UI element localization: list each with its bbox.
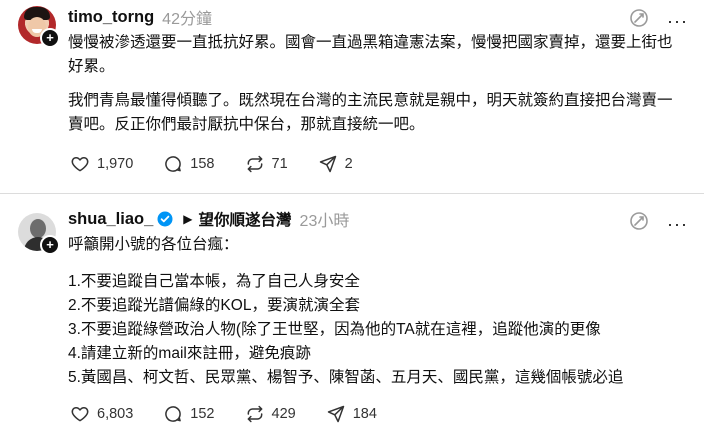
post-time[interactable]: 42分鐘 (162, 5, 212, 29)
post-list: 1.不要追蹤自己當本帳，為了自己人身安全 2.不要追蹤光譜偏綠的KOL，要演就演… (68, 270, 623, 390)
mention-link[interactable]: 望你順遂台灣 (199, 208, 292, 230)
repost-count: 71 (271, 156, 288, 172)
list-item: 1.不要追蹤自己當本帳，為了自己人身安全 (68, 273, 360, 290)
repost-icon (247, 155, 262, 173)
share-button[interactable]: 184 (326, 404, 377, 424)
username[interactable]: shua_liao_ (68, 210, 153, 229)
like-count: 1,970 (97, 156, 134, 172)
comment-count: 152 (190, 406, 215, 422)
like-button[interactable]: 1,970 (70, 154, 133, 174)
list-item: 3.不要追蹤綠營政治人物(除了王世堅，因為他的TA就在這裡，追蹤他演的更像 (68, 321, 601, 338)
post-header: timo_torng 42分鐘 (68, 5, 212, 29)
repost-button[interactable]: 429 (245, 404, 296, 424)
repost-icon (247, 405, 262, 423)
comment-button[interactable]: 152 (163, 404, 215, 424)
share-button[interactable]: 2 (318, 154, 353, 174)
post-timo-torng: + timo_torng 42分鐘 ··· 慢慢被滲透還要一直抵抗好累。國會一直… (0, 0, 704, 194)
no-repost-icon[interactable] (629, 8, 649, 33)
share-count: 184 (352, 406, 377, 422)
verified-badge-icon (157, 211, 173, 227)
heart-icon (71, 157, 89, 172)
like-button[interactable]: 6,803 (70, 404, 133, 424)
share-count: 2 (344, 156, 353, 172)
list-item: 4.請建立新的mail來註冊，避免痕跡 (68, 345, 311, 362)
repost-count: 429 (271, 406, 296, 422)
post-shua-liao: + shua_liao_ ▶ 望你順遂台灣 23小時 ··· 呼籲開小號的各位台… (0, 194, 704, 438)
avatar-wrap[interactable]: + (18, 213, 60, 255)
more-icon[interactable]: ··· (667, 215, 688, 233)
avatar-wrap[interactable]: + (18, 6, 60, 48)
post-paragraph: 我們青鳥最懂得傾聽了。既然現在台灣的主流民意就是親中，明天就簽約直接把台灣賣一賣… (68, 92, 673, 133)
post-menu: ··· (629, 8, 688, 33)
list-item: 5.黃國昌、柯文哲、民眾黨、楊智予、陳智菡、五月天、國民黨，這幾個帳號必追 (68, 369, 624, 386)
follow-plus-icon[interactable]: + (40, 235, 60, 255)
post-paragraph: 慢慢被滲透還要一直抵抗好累。國會一直過黑箱違憲法案，慢慢把國家賣掉，還要上街也好… (68, 34, 673, 75)
post-actions: 1,970 158 71 2 (70, 154, 383, 174)
post-header: shua_liao_ ▶ 望你順遂台灣 23小時 (68, 207, 350, 231)
send-icon (319, 155, 336, 173)
repost-button[interactable]: 71 (245, 154, 288, 174)
post-menu: ··· (629, 211, 688, 236)
heart-icon (71, 407, 89, 422)
comment-icon (165, 406, 182, 422)
follow-plus-icon[interactable]: + (40, 28, 60, 48)
send-icon (327, 405, 344, 423)
list-item: 2.不要追蹤光譜偏綠的KOL，要演就演全套 (68, 297, 360, 314)
post-body: 慢慢被滲透還要一直抵抗好累。國會一直過黑箱違憲法案，慢慢把國家賣掉，還要上街也好… (68, 31, 684, 147)
post-time[interactable]: 23小時 (300, 207, 350, 231)
comment-count: 158 (190, 156, 215, 172)
post-intro: 呼籲開小號的各位台瘋： (68, 236, 239, 253)
comment-icon (165, 156, 182, 172)
no-repost-icon[interactable] (629, 211, 649, 236)
reply-arrow-icon: ▶ (183, 212, 193, 226)
post-actions: 6,803 152 429 184 (70, 404, 407, 424)
more-icon[interactable]: ··· (667, 12, 688, 30)
username[interactable]: timo_torng (68, 8, 154, 27)
comment-button[interactable]: 158 (163, 154, 215, 174)
like-count: 6,803 (97, 406, 134, 422)
